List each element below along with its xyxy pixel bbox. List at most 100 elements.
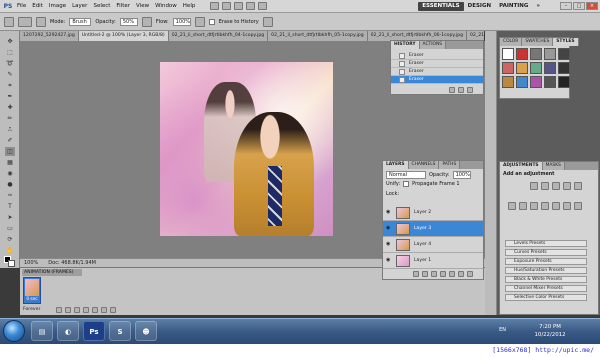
style-swatch[interactable]: [502, 76, 514, 88]
preset-hue-saturation[interactable]: Hue/Saturation Presets: [505, 267, 587, 274]
layer-row[interactable]: ◉ Layer 2: [383, 205, 483, 221]
eraser-tool-icon[interactable]: [4, 16, 14, 27]
minibridge-icon[interactable]: [222, 2, 232, 10]
shape-tool-icon[interactable]: ▭: [5, 224, 15, 233]
workspace-more[interactable]: »: [532, 3, 544, 9]
loop-select[interactable]: Forever: [23, 306, 53, 314]
invert-icon[interactable]: [563, 202, 571, 210]
tab-history[interactable]: HISTORY: [391, 41, 420, 49]
menu-image[interactable]: Image: [46, 3, 69, 9]
3d-rotate-tool-icon[interactable]: ⟳: [5, 235, 15, 244]
marquee-tool-icon[interactable]: ⬚: [5, 48, 15, 57]
layer-row[interactable]: ◉ Layer 4: [383, 237, 483, 253]
maximize-icon[interactable]: □: [573, 2, 585, 10]
menu-window[interactable]: Window: [152, 3, 180, 9]
healing-tool-icon[interactable]: ✚: [5, 103, 15, 112]
style-swatch[interactable]: [558, 48, 570, 60]
zoom-level[interactable]: 100%: [24, 260, 38, 266]
tween-icon[interactable]: [92, 307, 98, 313]
vibrance-icon[interactable]: [574, 182, 582, 190]
history-item-selected[interactable]: Eraser: [391, 76, 483, 84]
eye-icon[interactable]: ◉: [386, 258, 392, 263]
hue-sat-icon[interactable]: [508, 202, 516, 210]
history-item[interactable]: Eraser: [391, 68, 483, 76]
duplicate-frame-icon[interactable]: [101, 307, 107, 313]
new-document-icon[interactable]: [449, 87, 455, 93]
history-brush-tool-icon[interactable]: ✐: [5, 136, 15, 145]
style-swatch[interactable]: [544, 62, 556, 74]
start-button[interactable]: [3, 320, 25, 342]
mask-icon[interactable]: [431, 271, 437, 277]
animation-frame[interactable]: 0 sec: [23, 277, 41, 304]
pressure-size-icon[interactable]: [262, 16, 273, 27]
stamp-tool-icon[interactable]: ⎍: [5, 125, 15, 134]
new-layer-icon[interactable]: [458, 271, 464, 277]
workspace-painting[interactable]: PAINTING: [495, 3, 532, 9]
brush-tool-icon[interactable]: ✏: [5, 114, 15, 123]
crop-tool-icon[interactable]: ⌗: [5, 81, 15, 90]
style-swatch[interactable]: [530, 48, 542, 60]
eyedropper-tool-icon[interactable]: ✒: [5, 92, 15, 101]
move-tool-icon[interactable]: ✥: [5, 37, 15, 46]
eye-icon[interactable]: ◉: [386, 242, 392, 247]
frame-delay[interactable]: 0 sec: [24, 297, 40, 303]
blur-tool-icon[interactable]: ◉: [5, 169, 15, 178]
line-icon[interactable]: ☻: [135, 321, 157, 341]
tab-swatches[interactable]: SWATCHES: [522, 38, 554, 46]
next-frame-icon[interactable]: [83, 307, 89, 313]
style-swatch[interactable]: [516, 76, 528, 88]
gradient-tool-icon[interactable]: ▦: [5, 158, 15, 167]
explorer-icon[interactable]: ▤: [31, 321, 53, 341]
brush-preset-picker[interactable]: [18, 16, 32, 27]
workspace-design[interactable]: DESIGN: [464, 3, 495, 9]
channel-mixer-icon[interactable]: [552, 202, 560, 210]
pressure-opacity-icon[interactable]: [141, 16, 152, 27]
system-clock[interactable]: 7:20 PM 10/22/2012: [530, 323, 570, 341]
menu-filter[interactable]: Filter: [113, 3, 133, 9]
style-swatch[interactable]: [516, 62, 528, 74]
preset-exposure[interactable]: Exposure Presets: [505, 258, 587, 265]
layer-row-selected[interactable]: ◉ Layer 3: [383, 221, 483, 237]
menu-edit[interactable]: Edit: [29, 3, 46, 9]
photoshop-taskbar-icon[interactable]: Ps: [83, 321, 105, 341]
animation-panel-title[interactable]: ANIMATION (FRAMES): [22, 269, 82, 276]
black-white-icon[interactable]: [530, 202, 538, 210]
quick-select-tool-icon[interactable]: ✎: [5, 70, 15, 79]
trash-icon[interactable]: [467, 271, 473, 277]
airbrush-icon[interactable]: [194, 16, 205, 27]
preset-curves[interactable]: Curves Presets: [505, 249, 587, 256]
adjustment-layer-icon[interactable]: [440, 271, 446, 277]
lasso-tool-icon[interactable]: ➰: [5, 59, 15, 68]
language-indicator[interactable]: EN: [499, 327, 506, 333]
mode-select[interactable]: Brush: [69, 17, 92, 26]
propagate-checkbox[interactable]: [403, 181, 410, 187]
preset-selective-color[interactable]: Selective Color Presets: [505, 294, 587, 301]
preset-levels[interactable]: Levels Presets: [505, 240, 587, 247]
color-balance-icon[interactable]: [519, 202, 527, 210]
link-layers-icon[interactable]: [413, 271, 419, 277]
style-swatch[interactable]: [502, 48, 514, 60]
menu-help[interactable]: Help: [180, 3, 199, 9]
delete-frame-icon[interactable]: [110, 307, 116, 313]
prev-frame-icon[interactable]: [65, 307, 71, 313]
style-swatch[interactable]: [516, 48, 528, 60]
style-swatch[interactable]: [544, 76, 556, 88]
bridge-icon[interactable]: [210, 2, 220, 10]
skype-icon[interactable]: S: [109, 321, 131, 341]
brightness-icon[interactable]: [530, 182, 538, 190]
tab-layers[interactable]: LAYERS: [383, 161, 409, 169]
doc-tab[interactable]: 02_21_li_short_dtfjrtlbkhfh_05-1copy.jpg: [268, 31, 368, 41]
posterize-icon[interactable]: [574, 202, 582, 210]
zoom-level-icon[interactable]: [234, 2, 244, 10]
layer-opacity-field[interactable]: 100%: [452, 171, 471, 179]
style-swatch[interactable]: [530, 76, 542, 88]
pen-tool-icon[interactable]: ✑: [5, 191, 15, 200]
tab-masks[interactable]: MASKS: [542, 162, 565, 170]
erase-history-checkbox[interactable]: [208, 18, 215, 25]
curves-icon[interactable]: [552, 182, 560, 190]
blend-mode-select[interactable]: Normal: [386, 171, 426, 179]
minimize-icon[interactable]: –: [560, 2, 572, 10]
group-icon[interactable]: [449, 271, 455, 277]
brush-panel-icon[interactable]: [36, 16, 46, 27]
tab-channels[interactable]: CHANNELS: [408, 161, 440, 169]
